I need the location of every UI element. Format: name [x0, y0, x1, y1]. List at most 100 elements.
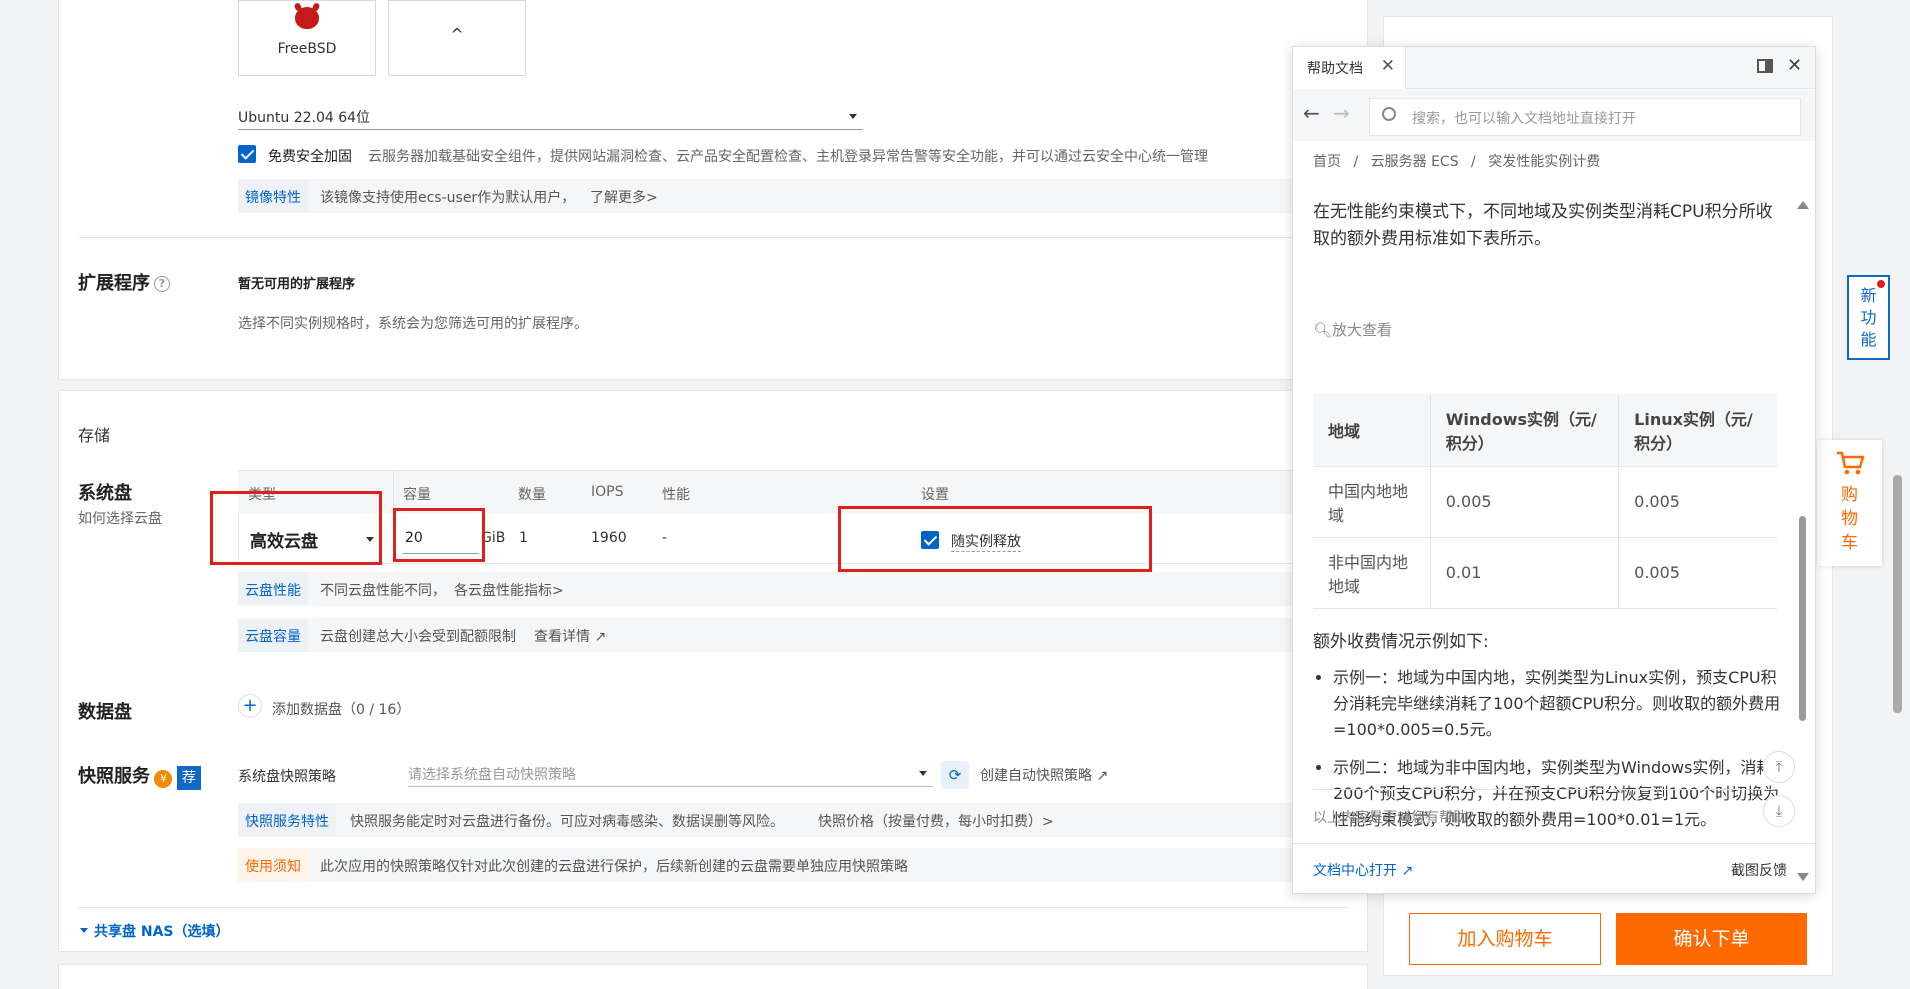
close-panel-icon[interactable]: ✕	[1787, 55, 1802, 76]
external-link-icon: ↗	[1096, 768, 1109, 784]
notice-tag: 使用须知	[238, 848, 308, 882]
cart-char: 车	[1841, 533, 1858, 553]
example-item: 示例一：地域为中国内地，实例类型为Linux实例，预支CPU积分消耗完毕继续消耗…	[1333, 665, 1789, 743]
extensions-title: 扩展程序?	[78, 269, 170, 295]
back-to-top-icon[interactable]: ⤒	[1763, 751, 1795, 783]
extensions-none: 暂无可用的扩展程序	[238, 277, 356, 292]
os-tile-label: FreeBSD	[277, 41, 337, 57]
fee-col-windows: Windows实例（元/积分）	[1429, 394, 1619, 467]
chevron-down-icon	[849, 114, 857, 119]
os-version-select[interactable]: Ubuntu 22.04 64位	[238, 102, 863, 130]
help-tabbar: 帮助文档 ✕ ✕	[1293, 47, 1815, 89]
disk-cap-link-text: 查看详情	[534, 629, 590, 645]
security-desc: 云服务器加载基础安全组件，提供网站漏洞检查、云产品安全配置检查、主机登录异常告警…	[368, 149, 1208, 165]
col-iops: IOPS	[591, 484, 624, 500]
recommend-badge: 荐	[176, 766, 201, 790]
fee-cell: 0.005	[1618, 537, 1777, 609]
extensions-title-text: 扩展程序	[78, 273, 150, 294]
close-icon[interactable]: ✕	[1381, 56, 1395, 76]
screenshot-feedback-link[interactable]: 截图反馈	[1731, 860, 1787, 880]
security-label: 免费安全加固	[268, 149, 352, 165]
zoom-label: 放大查看	[1332, 321, 1393, 339]
snapshot-price-link[interactable]: 快照价格（按量付费，每小时扣费）>	[818, 811, 1054, 831]
divider	[78, 907, 1348, 908]
new-feature-char: 能	[1860, 330, 1877, 349]
external-link-icon: ↗	[1401, 863, 1414, 879]
add-data-disk-link[interactable]: 添加数据盘（0 / 16）	[272, 699, 410, 719]
help-search-placeholder: 搜索，也可以输入文档地址直接打开	[1412, 111, 1636, 127]
add-icon[interactable]: +	[238, 694, 262, 718]
yen-icon: ¥	[154, 770, 173, 788]
cart-char: 购	[1841, 485, 1858, 505]
snapshot-title-text: 快照服务	[78, 766, 150, 787]
breadcrumb-ecs[interactable]: 云服务器 ECS	[1371, 154, 1459, 170]
security-checkbox[interactable]	[238, 145, 256, 163]
fee-cell: 非中国内地地域	[1313, 537, 1431, 609]
snapshot-policy-placeholder: 请选择系统盘自动快照策略	[408, 767, 576, 783]
split-view-icon[interactable]	[1757, 59, 1773, 73]
disk-perf-tag: 云盘性能	[238, 572, 308, 606]
nas-toggle[interactable]: 共享盘 NAS（选填）	[80, 921, 230, 941]
fee-cell: 0.005	[1429, 466, 1619, 538]
help-search-input[interactable]: 搜索，也可以输入文档地址直接打开	[1369, 98, 1801, 136]
learn-more-link[interactable]: 了解更多>	[590, 187, 658, 207]
help-content: 首页 / 云服务器 ECS / 突发性能实例计费 在无性能约束模式下，不同地域及…	[1293, 141, 1815, 881]
forward-arrow-icon[interactable]: →	[1333, 101, 1350, 125]
feedback-question: 以上内容是否对您有帮助?	[1313, 810, 1475, 826]
fee-cell: 0.01	[1429, 537, 1619, 609]
confirm-order-button[interactable]: 确认下单	[1616, 913, 1807, 965]
download-icon[interactable]: ⤓	[1763, 795, 1795, 827]
back-arrow-icon[interactable]: ←	[1303, 101, 1320, 125]
divider	[78, 237, 1348, 238]
help-navbar: ← → 搜索，也可以输入文档地址直接打开	[1293, 89, 1815, 141]
breadcrumb-current: 突发性能实例计费	[1488, 154, 1601, 170]
disk-cap-link[interactable]: 查看详情 ↗	[534, 626, 606, 646]
snapshot-policy-select[interactable]: 请选择系统盘自动快照策略	[408, 759, 933, 787]
extensions-desc: 选择不同实例规格时，系统会为您筛选可用的扩展程序。	[238, 316, 588, 332]
chevron-down-icon	[919, 771, 927, 776]
create-snapshot-policy-link[interactable]: 创建自动快照策略 ↗	[980, 765, 1108, 785]
chevron-down-icon	[80, 928, 88, 933]
help-footer: 文档中心打开 ↗ 截图反馈	[1293, 843, 1815, 895]
col-capacity: 容量	[403, 487, 431, 503]
help-tab-title: 帮助文档	[1307, 61, 1363, 77]
floating-cart-button[interactable]: 购 物 车	[1817, 440, 1882, 566]
snapshot-feature-desc: 快照服务能定时对云盘进行备份。可应对病毒感染、数据误删等风险。	[350, 814, 784, 830]
open-doc-center-text: 文档中心打开	[1313, 863, 1397, 879]
cart-icon	[1836, 451, 1865, 475]
new-feature-button[interactable]: 新 功 能	[1847, 275, 1890, 360]
data-disk-title: 数据盘	[78, 702, 132, 723]
image-feature-desc: 该镜像支持使用ecs-user作为默认用户，	[320, 190, 576, 206]
os-tile-more[interactable]: ^	[388, 0, 526, 76]
notice-bar: 使用须知 此次应用的快照策略仅针对此次创建的云盘进行保护，后续新创建的云盘需要单…	[238, 848, 1318, 882]
notification-dot	[1877, 280, 1885, 288]
page-scrollbar[interactable]	[1893, 475, 1902, 713]
disk-perf-link[interactable]: 各云盘性能指标>	[454, 580, 564, 600]
help-tab[interactable]: 帮助文档 ✕	[1293, 47, 1406, 89]
help-icon[interactable]: ?	[154, 276, 170, 292]
help-scrollbar[interactable]	[1799, 516, 1806, 721]
add-to-cart-button[interactable]: 加入购物车	[1409, 913, 1601, 965]
external-link-icon: ↗	[594, 629, 607, 645]
os-tile-freebsd[interactable]: FreeBSD	[238, 0, 376, 76]
create-snapshot-policy-text: 创建自动快照策略	[980, 768, 1092, 784]
refresh-icon[interactable]: ⟳	[941, 761, 969, 789]
snapshot-feature-bar: 快照服务特性 快照服务能定时对云盘进行备份。可应对病毒感染、数据误删等风险。 快…	[238, 803, 1318, 837]
disk-cap-tag: 云盘容量	[238, 618, 308, 652]
new-feature-char: 新	[1860, 286, 1877, 305]
disk-cap-bar: 云盘容量 云盘创建总大小会受到配额限制 查看详情 ↗	[238, 618, 1318, 652]
open-doc-center-link[interactable]: 文档中心打开 ↗	[1313, 860, 1413, 880]
help-doc-panel: 帮助文档 ✕ ✕ ← → 搜索，也可以输入文档地址直接打开 首页 / 云服务器 …	[1292, 46, 1816, 894]
zoom-icon: 🔍︎	[1313, 321, 1333, 339]
notice-desc: 此次应用的快照策略仅针对此次创建的云盘进行保护，后续新创建的云盘需要单独应用快照…	[320, 859, 908, 875]
highlight-box-release	[838, 506, 1152, 572]
scroll-up-arrow-icon[interactable]	[1797, 201, 1809, 209]
breadcrumb-home[interactable]: 首页	[1313, 154, 1341, 170]
how-choose-disk-link[interactable]: 如何选择云盘	[78, 508, 162, 528]
zoom-view[interactable]: 🔍︎放大查看	[1313, 319, 1392, 340]
disk-perf: -	[662, 530, 668, 546]
fee-col-region: 地域	[1313, 394, 1431, 467]
col-settings: 设置	[921, 487, 949, 503]
snapshot-feature-tag: 快照服务特性	[238, 803, 336, 837]
snapshot-policy-label: 系统盘快照策略	[238, 769, 336, 785]
